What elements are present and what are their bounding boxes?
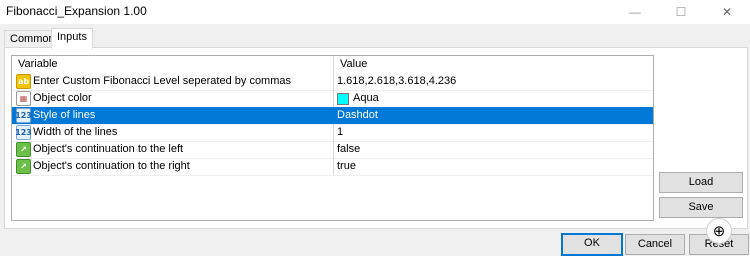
save-button[interactable]: Save (659, 197, 743, 218)
table-row[interactable]: ▦ Object color Aqua (12, 90, 653, 108)
table-row[interactable]: ↗ Object's continuation to the right tru… (12, 158, 653, 176)
variable-cell: ↗ Object's continuation to the left (12, 141, 334, 158)
value-cell[interactable]: Dashdot (334, 107, 653, 124)
value-text[interactable]: 1 (337, 124, 343, 141)
column-header-value[interactable]: Value (334, 56, 653, 73)
grid-header: Variable Value (12, 56, 653, 73)
value-cell[interactable]: true (334, 158, 653, 175)
load-button[interactable]: Load (659, 172, 743, 193)
variable-label: Object's continuation to the left (33, 143, 184, 155)
variable-cell: 123 Style of lines (12, 107, 334, 124)
ab-text-icon: ab (16, 74, 31, 89)
value-cell[interactable]: false (334, 141, 653, 158)
value-text[interactable]: true (337, 158, 356, 175)
table-row[interactable]: 123 Style of lines Dashdot (12, 107, 653, 125)
color-swatch (337, 93, 349, 105)
value-text[interactable]: 1.618,2.618,3.618,4.236 (337, 73, 456, 90)
value-cell[interactable]: 1 (334, 124, 653, 141)
bool-icon: ↗ (16, 142, 31, 157)
cancel-button[interactable]: Cancel (625, 234, 685, 255)
value-text[interactable]: Aqua (353, 90, 379, 107)
value-cell[interactable]: 1.618,2.618,3.618,4.236 (334, 73, 653, 90)
variable-label: Object's continuation to the right (33, 160, 190, 172)
variable-cell: ▦ Object color (12, 90, 334, 107)
minimize-button[interactable]: — (612, 0, 658, 24)
table-row[interactable]: ↗ Object's continuation to the left fals… (12, 141, 653, 159)
column-header-variable[interactable]: Variable (12, 56, 334, 73)
table-row[interactable]: 123 Width of the lines 1 (12, 124, 653, 142)
variable-cell: 123 Width of the lines (12, 124, 334, 141)
bool-icon: ↗ (16, 159, 31, 174)
title-bar: Fibonacci_Expansion 1.00 — ☐ ✕ (0, 0, 750, 24)
number-icon: 123 (15, 108, 32, 123)
variable-cell: ab Enter Custom Fibonacci Level seperate… (12, 73, 334, 90)
variable-label: Width of the lines (33, 126, 118, 138)
ok-button[interactable]: OK (561, 233, 623, 256)
value-text[interactable]: Dashdot (337, 107, 378, 124)
window-title: Fibonacci_Expansion 1.00 (6, 4, 147, 18)
variable-label: Style of lines (33, 109, 96, 121)
table-row[interactable]: ab Enter Custom Fibonacci Level seperate… (12, 73, 653, 91)
number-icon: 123 (15, 125, 32, 140)
value-text[interactable]: false (337, 141, 360, 158)
maximize-button[interactable]: ☐ (658, 0, 704, 24)
value-cell[interactable]: Aqua (334, 90, 653, 107)
close-button[interactable]: ✕ (704, 0, 750, 24)
variable-cell: ↗ Object's continuation to the right (12, 158, 334, 175)
variable-label: Enter Custom Fibonacci Level seperated b… (33, 75, 292, 87)
variable-label: Object color (33, 92, 92, 104)
color-icon: ▦ (16, 91, 31, 106)
tab-inputs[interactable]: Inputs (51, 28, 93, 49)
zoom-icon[interactable]: ⊕ (706, 218, 732, 244)
inputs-grid: Variable Value ab Enter Custom Fibonacci… (11, 55, 654, 221)
